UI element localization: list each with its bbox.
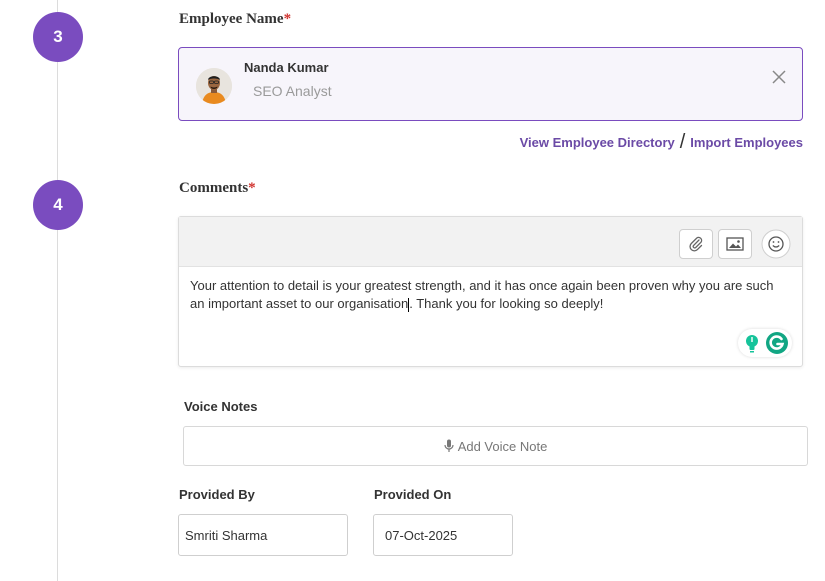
provided-by-label: Provided By [179, 487, 255, 502]
step-number-3: 3 [33, 12, 83, 62]
comments-label-text: Comments [179, 180, 249, 196]
comment-text-after-caret: . Thank you for looking so deeply! [409, 296, 604, 311]
attach-button[interactable] [679, 229, 713, 259]
required-mark: * [283, 11, 292, 27]
insert-image-button[interactable] [718, 229, 752, 259]
step-number-4: 4 [33, 180, 83, 230]
employee-links: View Employee Directory / Import Employe… [520, 131, 803, 154]
lightbulb-icon [746, 335, 758, 353]
comments-editor[interactable]: Your attention to detail is your greates… [178, 216, 803, 367]
provided-on-input[interactable] [373, 514, 513, 556]
emoji-button[interactable] [759, 229, 793, 259]
timeline-line [57, 0, 58, 581]
provided-by-input[interactable] [178, 514, 348, 556]
employee-name-label: Employee Name* [179, 11, 291, 28]
add-voice-note-label: Add Voice Note [457, 438, 548, 454]
emoji-icon [761, 229, 791, 259]
microphone-icon [444, 439, 454, 452]
link-separator: / [679, 131, 686, 153]
close-icon[interactable] [772, 70, 786, 84]
comments-label: Comments* [179, 180, 256, 197]
add-voice-note-button[interactable]: Add Voice Note [183, 426, 808, 466]
grammarly-widget[interactable] [738, 329, 792, 357]
attach-icon [689, 236, 703, 252]
provided-on-label: Provided On [374, 487, 452, 502]
comment-text[interactable]: Your attention to detail is your greates… [190, 277, 790, 313]
required-mark: * [248, 180, 256, 196]
image-icon [726, 237, 744, 251]
employee-role: SEO Analyst [253, 83, 332, 99]
employee-selection[interactable]: Nanda Kumar SEO Analyst [178, 47, 803, 121]
grammarly-icon [766, 332, 788, 354]
employee-name: Nanda Kumar [244, 60, 329, 75]
editor-toolbar [179, 217, 802, 267]
employee-name-label-text: Employee Name [179, 11, 284, 27]
import-employees-link[interactable]: Import Employees [690, 135, 803, 150]
avatar [196, 68, 232, 104]
voice-notes-label: Voice Notes [184, 399, 258, 414]
view-employee-directory-link[interactable]: View Employee Directory [520, 135, 675, 150]
